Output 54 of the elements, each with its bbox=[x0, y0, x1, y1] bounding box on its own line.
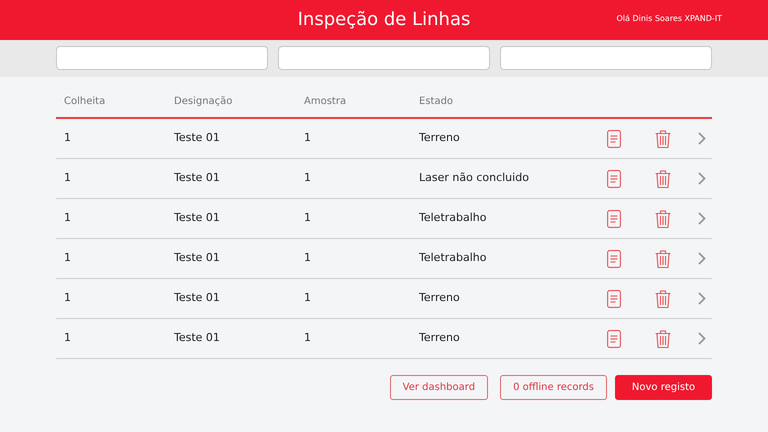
table-cell: Teste 01 bbox=[174, 131, 220, 144]
table-cell: Laser não concluido bbox=[419, 171, 529, 184]
table-cell: 1 bbox=[304, 131, 311, 144]
chevron-right-icon[interactable] bbox=[698, 172, 706, 185]
table-cell: Terreno bbox=[419, 291, 460, 304]
action-button[interactable]: Novo registo bbox=[615, 375, 712, 400]
document-icon[interactable] bbox=[606, 210, 620, 228]
document-icon[interactable] bbox=[606, 250, 620, 268]
document-icon[interactable] bbox=[606, 290, 620, 308]
page-title: Inspeção de Linhas bbox=[298, 9, 470, 30]
document-icon[interactable] bbox=[606, 130, 620, 148]
chevron-right-icon[interactable] bbox=[698, 332, 706, 345]
action-button[interactable]: 0 offline records bbox=[500, 375, 607, 400]
table-cell: 1 bbox=[64, 291, 71, 304]
column-header: Estado bbox=[419, 96, 454, 106]
chevron-right-icon[interactable] bbox=[698, 132, 706, 145]
chevron-right-icon[interactable] bbox=[698, 292, 706, 305]
table-cell: 1 bbox=[64, 331, 71, 344]
table-cell: 1 bbox=[64, 211, 71, 224]
table-cell: Teste 01 bbox=[174, 251, 220, 264]
column-header: Amostra bbox=[304, 96, 346, 106]
delete-icon[interactable] bbox=[654, 130, 670, 148]
column-header: Designação bbox=[174, 96, 232, 106]
table-cell: 1 bbox=[304, 251, 311, 264]
table-cell: Teste 01 bbox=[174, 211, 220, 224]
delete-icon[interactable] bbox=[654, 330, 670, 348]
table-cell: 1 bbox=[64, 131, 71, 144]
table-cell: Terreno bbox=[419, 131, 460, 144]
table-cell: Teste 01 bbox=[174, 291, 220, 304]
table-cell: 1 bbox=[64, 251, 71, 264]
table-cell: Teletrabalho bbox=[419, 251, 486, 264]
table-cell: Teletrabalho bbox=[419, 211, 486, 224]
document-icon[interactable] bbox=[606, 330, 620, 348]
delete-icon[interactable] bbox=[654, 170, 670, 188]
delete-icon[interactable] bbox=[654, 290, 670, 308]
table-cell: 1 bbox=[64, 171, 71, 184]
action-button[interactable]: Ver dashboard bbox=[390, 375, 488, 400]
user-greeting: Olá Dinis Soares XPAND-IT bbox=[616, 13, 722, 25]
filter-field[interactable] bbox=[500, 46, 712, 70]
document-icon[interactable] bbox=[606, 170, 620, 188]
chevron-right-icon[interactable] bbox=[698, 212, 706, 225]
delete-icon[interactable] bbox=[654, 250, 670, 268]
chevron-right-icon[interactable] bbox=[698, 252, 706, 265]
column-header: Colheita bbox=[64, 96, 106, 106]
table-cell: 1 bbox=[304, 211, 311, 224]
table-cell: Terreno bbox=[419, 331, 460, 344]
table-cell: Teste 01 bbox=[174, 331, 220, 344]
filter-field[interactable] bbox=[278, 46, 490, 70]
table-cell: 1 bbox=[304, 331, 311, 344]
table-cell: Teste 01 bbox=[174, 171, 220, 184]
table-cell: 1 bbox=[304, 291, 311, 304]
delete-icon[interactable] bbox=[654, 210, 670, 228]
filter-field[interactable] bbox=[56, 46, 268, 70]
table-cell: 1 bbox=[304, 171, 311, 184]
